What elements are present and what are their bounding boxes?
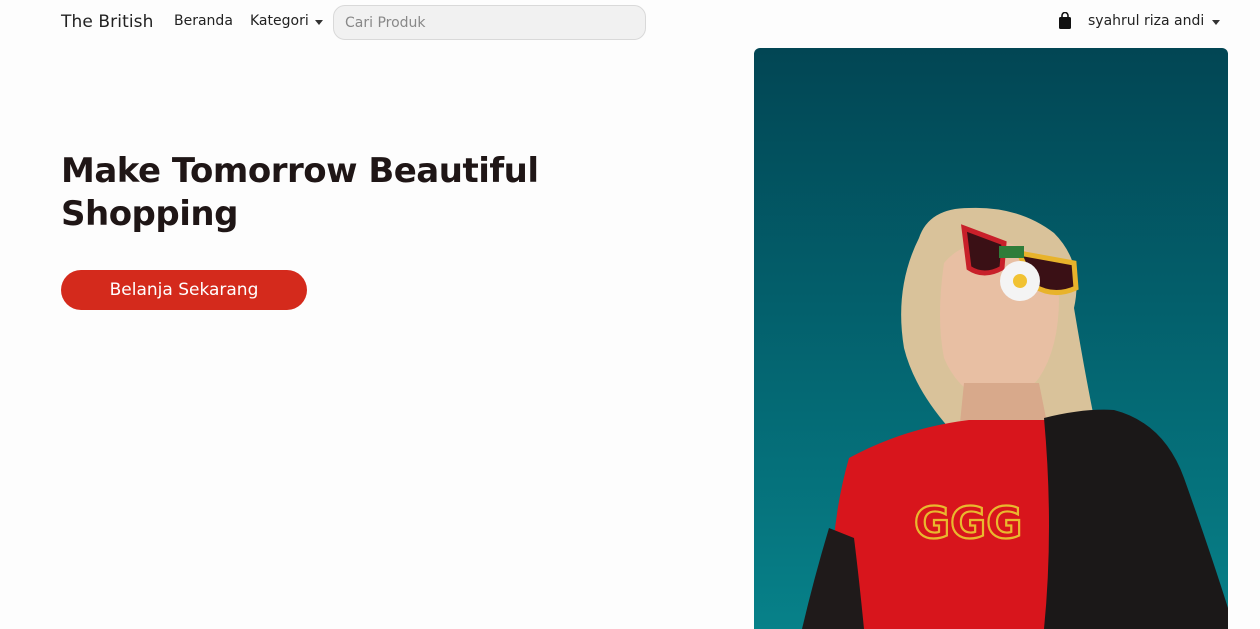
brand-logo[interactable]: The British	[61, 12, 154, 32]
user-menu[interactable]: syahrul riza andi	[1088, 13, 1221, 29]
navbar: The British Beranda Kategori syahrul riz…	[0, 0, 1260, 46]
page: The British Beranda Kategori syahrul riz…	[0, 0, 1260, 629]
hero-title: Make Tomorrow Beautiful Shopping	[61, 151, 539, 234]
svg-text:GGG: GGG	[914, 498, 1022, 549]
nav-link-home[interactable]: Beranda	[174, 13, 233, 29]
user-name: syahrul riza andi	[1088, 13, 1205, 29]
model-illustration: GGG	[802, 207, 1228, 629]
chevron-down-icon	[314, 19, 323, 25]
chevron-down-icon	[1212, 19, 1221, 25]
shopping-bag-icon[interactable]	[1057, 11, 1073, 30]
hero-image: GGG	[754, 48, 1228, 629]
nav-dropdown-category-label: Kategori	[250, 13, 309, 29]
nav-dropdown-category[interactable]: Kategori	[250, 13, 323, 29]
shop-now-button[interactable]: Belanja Sekarang	[61, 270, 307, 310]
search-input[interactable]	[333, 5, 646, 40]
